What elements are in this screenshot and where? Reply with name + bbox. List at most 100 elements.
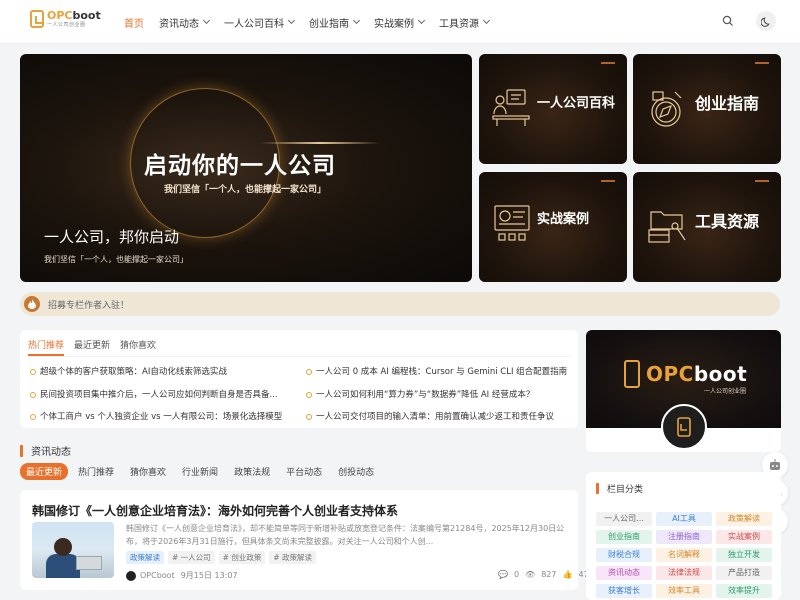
- tile-encyclopedia[interactable]: 一人公司百科: [479, 54, 627, 164]
- category-chip[interactable]: 一人公司...: [596, 512, 652, 526]
- logo-text: OPCboot 一人公司创业圈: [47, 10, 101, 28]
- nav-item-cases[interactable]: 实战案例: [374, 15, 426, 30]
- tab-policy[interactable]: 政策法规: [228, 463, 276, 480]
- logo-brand-prefix: OPC: [47, 9, 73, 22]
- nav-label: 实战案例: [374, 18, 414, 30]
- tab-guess[interactable]: 猜你喜欢: [124, 463, 172, 480]
- tile-label: 实战案例: [537, 212, 590, 227]
- tag[interactable]: # 一人公司: [168, 551, 215, 564]
- category-chip[interactable]: 资讯动态: [596, 566, 652, 580]
- dashboard-icon: [494, 205, 530, 241]
- category-chip[interactable]: 获客增长: [596, 584, 652, 598]
- category-chip[interactable]: 名词解释: [656, 548, 712, 562]
- nav-label: 一人公司百科: [224, 18, 284, 30]
- category-chip[interactable]: 效率提升: [716, 584, 772, 598]
- hot-item[interactable]: 民间投资项目集中推介后，一人公司应如何判断自身是否具备...: [30, 388, 290, 400]
- article-thumbnail[interactable]: [32, 522, 114, 578]
- tag[interactable]: # 政策解读: [269, 551, 317, 564]
- category-chip[interactable]: 效率工具: [656, 584, 712, 598]
- article-title[interactable]: 韩国修订《一人创意企业培育法》：海外如何完善个人创业者支持体系: [32, 502, 398, 519]
- hot-item[interactable]: 超级个体的客户获取策略：AI自动化线索筛选实战: [30, 365, 290, 377]
- chevron-down-icon: [202, 16, 211, 25]
- eye-icon: 👁: [525, 570, 536, 579]
- hot-item[interactable]: 一人公司交付项目的输入清单：用前置确认减少返工和责任争议: [306, 410, 572, 422]
- tab-hot[interactable]: 热门推荐: [28, 338, 65, 356]
- brand-prefix: OPC: [646, 362, 694, 386]
- comment-count: 0: [513, 570, 520, 579]
- category-chip[interactable]: AI工具: [656, 512, 712, 526]
- category-title: 栏目分类: [607, 485, 644, 495]
- banner-subtitle: 我们坚信「一个人，也能撑起一家公司」: [164, 185, 327, 195]
- nav-item-tools[interactable]: 工具资源: [439, 15, 491, 30]
- tab-platform[interactable]: 平台动态: [280, 463, 328, 480]
- tab-hot[interactable]: 热门推荐: [72, 463, 120, 480]
- article-card[interactable]: 韩国修订《一人创意企业培育法》：海外如何完善个人创业者支持体系 韩国修订《一人创…: [20, 490, 589, 590]
- brand-suffix: boot: [693, 362, 748, 386]
- category-chip[interactable]: 法律法规: [656, 566, 712, 580]
- category-chip[interactable]: 财税合规: [596, 548, 652, 562]
- light-flare: [260, 142, 380, 144]
- hot-tabs: 热门推荐 最近更新 猜你喜欢: [28, 338, 166, 356]
- hero-banner[interactable]: 启动你的一人公司 我们坚信「一个人，也能撑起一家公司」 一人公司，邦你启动 我们…: [20, 54, 472, 282]
- category-chip[interactable]: 政策解读: [716, 512, 772, 526]
- nav-label: 工具资源: [439, 18, 479, 30]
- logo-brand-suffix: boot: [72, 9, 101, 22]
- nav-item-home[interactable]: 首页: [124, 15, 144, 30]
- tag-category[interactable]: 政策解读: [126, 551, 164, 564]
- tile-marker: [601, 180, 615, 182]
- author-name[interactable]: OPCboot: [140, 571, 175, 580]
- nav-label: 创业指南: [309, 18, 349, 30]
- avatar[interactable]: [661, 404, 707, 450]
- banner-title: 启动你的一人公司: [144, 153, 336, 179]
- tab-recent[interactable]: 最近更新: [74, 338, 110, 356]
- nav-item-guide[interactable]: 创业指南: [309, 15, 361, 30]
- tab-latest[interactable]: 最近更新: [20, 463, 69, 480]
- tab-guess[interactable]: 猜你喜欢: [120, 338, 156, 356]
- moon-icon[interactable]: [756, 11, 776, 31]
- profile-card: OPCboot 一人公司创业圈: [586, 330, 781, 452]
- category-chip[interactable]: 产品打造: [716, 566, 772, 580]
- nav-item-encyclopedia[interactable]: 一人公司百科: [224, 15, 296, 30]
- nav-item-news[interactable]: 资讯动态: [159, 15, 211, 30]
- logo-mark-icon: [624, 360, 640, 388]
- category-chip[interactable]: 独立开发: [716, 548, 772, 562]
- tile-label: 工具资源: [695, 212, 760, 231]
- category-grid: 一人公司... AI工具 政策解读创业指南 注册指南 实战案例财税合规 名词解释 独立开发资…: [596, 512, 772, 598]
- hot-item[interactable]: 一人公司 0 成本 AI 编程栈：Cursor 与 Gemini CLI 组合配…: [306, 365, 572, 377]
- category-chip[interactable]: 注册指南: [656, 530, 712, 544]
- tile-marker: [755, 180, 769, 182]
- thumb-head: [54, 538, 72, 556]
- profile-tagline: 一人公司创业圈: [704, 388, 747, 395]
- tab-venture[interactable]: 创投动态: [332, 463, 380, 480]
- hot-item[interactable]: 个体工商户 vs 个人独资企业 vs 一人有限公司：场景化选择模型: [30, 410, 290, 422]
- tab-industry[interactable]: 行业新闻: [176, 463, 224, 480]
- notice-bar[interactable]: 招募专栏作者入驻！: [20, 292, 780, 316]
- category-chip[interactable]: 创业指南: [596, 530, 652, 544]
- article-tags: 政策解读 # 一人公司 # 创业政策 # 政策解读: [126, 551, 320, 564]
- news-tabs: 最近更新 热门推荐 猜你喜欢 行业新闻 政策法规 平台动态 创投动态: [20, 463, 384, 480]
- thumb-up-icon: 👍: [562, 570, 573, 579]
- worker-desk-icon: [492, 89, 530, 126]
- tag[interactable]: # 创业政策: [218, 551, 266, 564]
- tile-cases[interactable]: 实战案例: [479, 172, 627, 282]
- hot-item[interactable]: 一人公司如何利用“算力券”与“数据券”降低 AI 经营成本？: [306, 388, 572, 400]
- toolbox-icon: [648, 211, 686, 243]
- logo-name: OPCboot: [47, 10, 101, 21]
- tile-marker: [601, 62, 615, 64]
- banner-caption: 一人公司，邦你启动: [44, 228, 180, 246]
- section-bar: [20, 444, 23, 457]
- article-stats: 💬 0 👁 827 👍 47: [498, 570, 589, 579]
- news-section-head: 资讯动态: [20, 443, 71, 458]
- divider: [28, 356, 570, 357]
- search-icon[interactable]: [718, 11, 738, 31]
- chevron-down-icon: [287, 16, 296, 25]
- article-meta: OPCboot 9月15日 13:07: [126, 570, 238, 581]
- logo-mark-icon: [30, 10, 44, 28]
- tile-tools[interactable]: 工具资源: [633, 172, 781, 282]
- category-chip[interactable]: 实战案例: [716, 530, 772, 544]
- banner-caption-sub: 我们坚信「一个人，也能撑起一家公司」: [44, 255, 188, 264]
- site-logo[interactable]: OPCboot 一人公司创业圈: [30, 10, 101, 28]
- nav-label: 首页: [124, 18, 144, 30]
- avatar[interactable]: [126, 570, 136, 581]
- tile-guide[interactable]: 创业指南: [633, 54, 781, 164]
